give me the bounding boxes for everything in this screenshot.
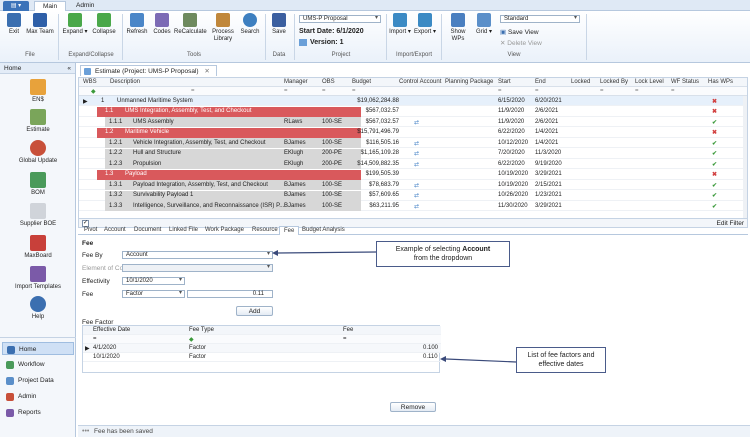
callout-fee-factor-list: List of fee factors and effective dates: [516, 347, 606, 373]
status-bar: ••• Fee has been saved: [78, 425, 750, 437]
callout-account: Example of selecting Account from the dro…: [376, 241, 510, 267]
callout-arrows: [272, 250, 517, 363]
arrowhead-icon: [272, 250, 278, 256]
status-message: Fee has been saved: [94, 428, 153, 435]
status-separator: •••: [82, 428, 90, 435]
callout-arrow-account: [277, 251, 377, 254]
arrowhead-icon: [440, 356, 446, 362]
callout-arrow-list: [445, 358, 517, 363]
